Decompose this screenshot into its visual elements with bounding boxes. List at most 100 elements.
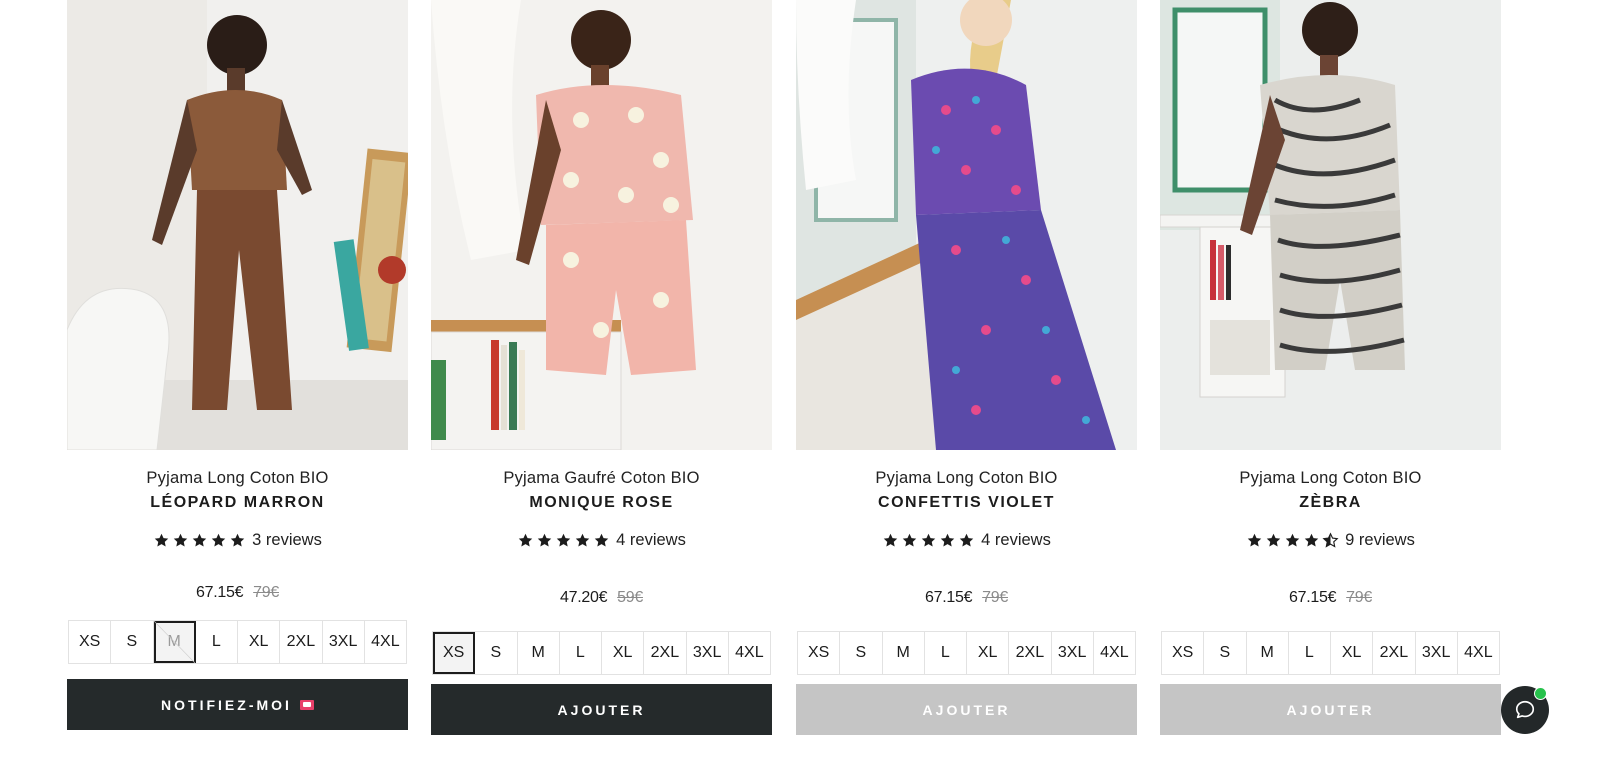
size-option[interactable]: L [196, 621, 238, 663]
pyjama-photo-zebra [1160, 0, 1501, 450]
star-icon [902, 533, 917, 547]
size-option[interactable]: XL [1331, 632, 1374, 674]
half-star-icon [1322, 531, 1339, 548]
add-to-cart-button[interactable]: AJOUTER [1160, 684, 1501, 735]
star-icon [940, 533, 955, 547]
star-icon [1304, 533, 1319, 547]
size-option[interactable]: 2XL [644, 632, 687, 674]
product-rating[interactable]: 4 reviews [431, 529, 772, 551]
size-option[interactable]: S [840, 632, 883, 674]
size-option[interactable]: M [883, 632, 925, 674]
sale-price: 67.15€ [196, 584, 244, 601]
product-subtitle[interactable]: Pyjama Long Coton BIO [796, 468, 1137, 488]
size-option[interactable]: L [1289, 632, 1331, 674]
product-rating[interactable]: 3 reviews [67, 529, 408, 551]
star-icon [192, 533, 207, 547]
size-option[interactable]: 4XL [365, 621, 406, 663]
size-option[interactable]: L [560, 632, 602, 674]
review-count: 9 reviews [1345, 530, 1415, 549]
product-subtitle[interactable]: Pyjama Long Coton BIO [1160, 468, 1501, 488]
size-option[interactable]: M [518, 632, 560, 674]
star-icon [230, 533, 245, 547]
add-to-cart-button[interactable]: AJOUTER [796, 684, 1137, 735]
review-count: 4 reviews [616, 530, 686, 549]
size-option[interactable]: 4XL [1094, 632, 1135, 674]
sale-price: 67.15€ [925, 589, 973, 606]
size-option[interactable]: 3XL [323, 621, 365, 663]
product-card: Pyjama Long Coton BIO CONFETTIS VIOLET 4… [796, 0, 1137, 735]
cta-label: AJOUTER [1286, 701, 1375, 718]
star-icon [1266, 533, 1281, 547]
size-option[interactable]: L [925, 632, 967, 674]
product-rating[interactable]: 4 reviews [796, 529, 1137, 551]
star-icon [959, 533, 974, 547]
product-name[interactable]: ZÈBRA [1160, 493, 1501, 513]
size-option[interactable]: XS [433, 632, 476, 674]
size-option[interactable]: M [153, 621, 196, 663]
notify-me-button[interactable]: NOTIFIEZ-MOI [67, 679, 408, 730]
star-icon [556, 533, 571, 547]
sale-price: 47.20€ [560, 589, 608, 606]
cta-label: AJOUTER [922, 701, 1011, 718]
size-option[interactable]: 4XL [729, 632, 770, 674]
star-icon [921, 533, 936, 547]
compare-price: 79€ [982, 589, 1008, 606]
envelope-icon [299, 699, 314, 710]
size-option[interactable]: S [475, 632, 518, 674]
chat-launcher-button[interactable] [1501, 686, 1549, 734]
size-option[interactable]: 3XL [687, 632, 729, 674]
size-option[interactable]: S [111, 621, 154, 663]
chat-bubble-icon [1515, 700, 1535, 719]
size-option[interactable]: 2XL [1373, 632, 1416, 674]
pyjama-photo-rose [431, 0, 772, 450]
product-rating[interactable]: 9 reviews [1160, 529, 1501, 551]
product-image[interactable] [796, 0, 1137, 450]
size-option[interactable]: 3XL [1052, 632, 1094, 674]
product-image[interactable] [1160, 0, 1501, 450]
product-name[interactable]: MONIQUE ROSE [431, 493, 772, 513]
size-option[interactable]: XS [69, 621, 112, 663]
star-icon [518, 533, 533, 547]
size-selector: XS S M L XL 2XL 3XL 4XL [68, 620, 407, 664]
cta-label: AJOUTER [557, 701, 646, 718]
compare-price: 79€ [1346, 589, 1372, 606]
star-icon [883, 533, 898, 547]
star-rating [153, 532, 246, 549]
product-name[interactable]: CONFETTIS VIOLET [796, 493, 1137, 513]
star-icon [211, 533, 226, 547]
review-count: 3 reviews [252, 530, 322, 549]
size-option[interactable]: 2XL [280, 621, 323, 663]
size-option[interactable]: 3XL [1416, 632, 1458, 674]
review-count: 4 reviews [981, 530, 1051, 549]
product-subtitle[interactable]: Pyjama Long Coton BIO [67, 468, 408, 488]
size-option[interactable]: XL [238, 621, 281, 663]
compare-price: 59€ [617, 589, 643, 606]
price-block: 67.15€ 79€ [1160, 588, 1501, 608]
price-block: 47.20€ 59€ [431, 588, 772, 608]
pyjama-photo-leopard [67, 0, 408, 450]
product-image[interactable] [431, 0, 772, 450]
size-option[interactable]: 4XL [1458, 632, 1499, 674]
size-option[interactable]: M [1247, 632, 1289, 674]
size-option[interactable]: XL [967, 632, 1010, 674]
pyjama-photo-violet [796, 0, 1137, 450]
size-option[interactable]: XS [1162, 632, 1205, 674]
size-selector: XS S M L XL 2XL 3XL 4XL [1161, 631, 1500, 675]
size-selector: XS S M L XL 2XL 3XL 4XL [432, 631, 771, 675]
star-rating [517, 532, 610, 549]
online-status-dot [1534, 687, 1547, 700]
cta-label: NOTIFIEZ-MOI [161, 696, 292, 713]
add-to-cart-button[interactable]: AJOUTER [431, 684, 772, 735]
product-subtitle[interactable]: Pyjama Gaufré Coton BIO [431, 468, 772, 488]
size-selector: XS S M L XL 2XL 3XL 4XL [797, 631, 1136, 675]
product-name[interactable]: LÉOPARD MARRON [67, 493, 408, 513]
size-option[interactable]: S [1204, 632, 1247, 674]
size-option[interactable]: XL [602, 632, 645, 674]
size-option[interactable]: XS [798, 632, 841, 674]
size-option[interactable]: 2XL [1009, 632, 1052, 674]
star-rating [882, 532, 975, 549]
star-icon [1247, 533, 1262, 547]
product-card: Pyjama Long Coton BIO LÉOPARD MARRON 3 r… [67, 0, 408, 730]
product-image[interactable] [67, 0, 408, 450]
price-block: 67.15€ 79€ [796, 588, 1137, 608]
